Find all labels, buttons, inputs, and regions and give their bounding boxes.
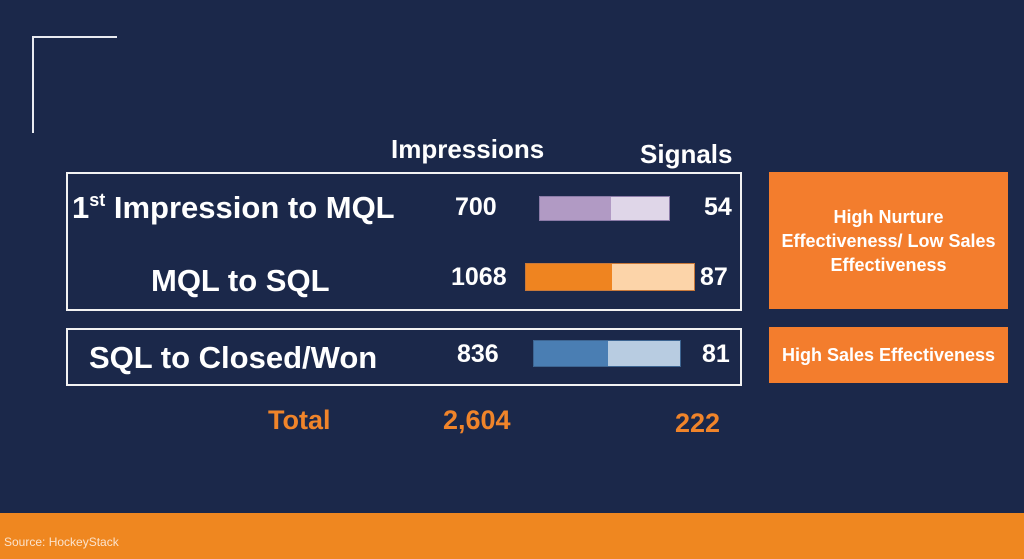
- callout-sales-effectiveness: High Sales Effectiveness: [769, 327, 1008, 383]
- impressions-column-header: Impressions: [391, 134, 545, 164]
- bar-segment-primary: [526, 264, 612, 290]
- signals-value: 54: [704, 193, 732, 221]
- stage-label-superscript: st: [89, 190, 106, 210]
- stage-bar: [533, 340, 681, 367]
- bar-segment-primary: [540, 197, 611, 220]
- bar-segment-secondary: [610, 197, 669, 220]
- signals-value: 87: [700, 263, 728, 291]
- stage-bar: [525, 263, 695, 291]
- stage-bar: [539, 196, 670, 221]
- stage-label-impression-to-mql: 1st Impression to MQL: [72, 190, 395, 226]
- impressions-value: 700: [455, 193, 497, 221]
- total-signals: 222: [675, 408, 721, 438]
- impressions-value: 836: [457, 340, 499, 368]
- bar-segment-primary: [534, 341, 609, 366]
- bar-segment-secondary: [608, 341, 680, 366]
- signals-value: 81: [702, 340, 730, 368]
- corner-accent-vertical: [32, 36, 34, 133]
- impressions-value: 1068: [451, 263, 507, 291]
- signals-column-header: Signals: [640, 139, 733, 169]
- callout-nurture-effectiveness: High Nurture Effectiveness/ Low Sales Ef…: [769, 172, 1008, 309]
- stage-label-text: Impression to MQL: [105, 190, 395, 225]
- total-impressions: 2,604: [443, 405, 511, 435]
- stage-label-mql-to-sql: MQL to SQL: [151, 263, 330, 298]
- corner-accent-horizontal: [32, 36, 117, 38]
- total-label: Total: [268, 405, 331, 435]
- bar-segment-secondary: [611, 264, 694, 290]
- stage-label-number: 1: [72, 190, 90, 225]
- stage-label-sql-to-closed-won: SQL to Closed/Won: [89, 340, 378, 375]
- footer-band: Source: HockeyStack: [0, 513, 1024, 559]
- source-note: Source: HockeyStack: [4, 535, 119, 549]
